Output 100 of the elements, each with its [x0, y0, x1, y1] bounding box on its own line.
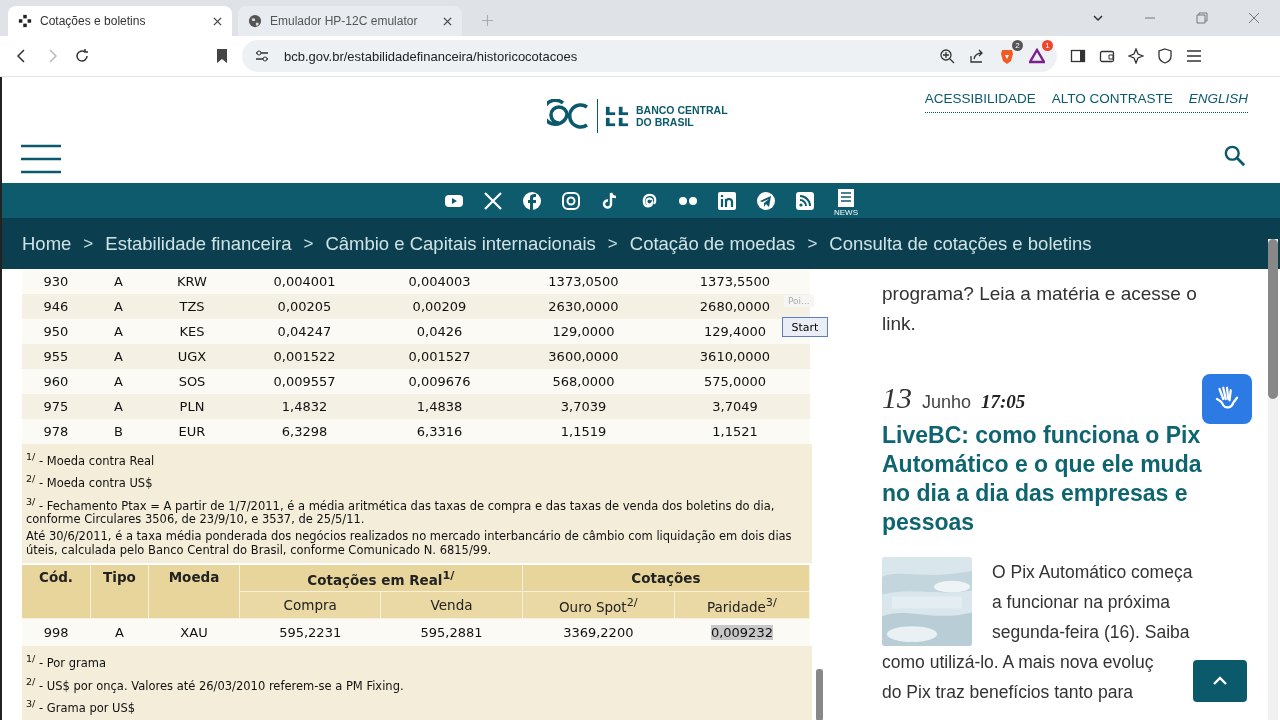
table-cell: 1,1519 — [507, 419, 660, 444]
table-cell: EUR — [147, 419, 237, 444]
table-cell: KRW — [147, 269, 237, 294]
table-cell: 998 — [22, 619, 91, 647]
table-cell: 1,4832 — [237, 394, 372, 419]
reload-icon[interactable] — [74, 48, 90, 64]
table-cell: A — [90, 319, 147, 344]
news-summary: O Pix Automático começa a funcionar na próxima segunda-feira (16). Saiba — [992, 561, 1193, 644]
start-button[interactable]: Start — [782, 317, 828, 337]
footnote: $^{3/}$ - Fechamento Ptax = A partir de 1/7/2011, é a média aritmética das taxas de compra e das taxas de venda dos boletins do dia, conforme Circulares 3506, de 23/9/10, e 3537, de 25/5/11. — [26, 494, 776, 528]
table-cell: 568,0000 — [507, 369, 660, 394]
triangle-icon[interactable] — [1029, 48, 1045, 64]
close-icon[interactable] — [213, 16, 222, 26]
table-cell: 0,00205 — [237, 294, 372, 319]
table-cell: UGX — [147, 344, 237, 369]
breadcrumb-separator: > — [83, 233, 94, 254]
column-header: Cód. — [22, 565, 91, 619]
bookmark-icon[interactable] — [214, 48, 230, 64]
column-header: Tipo — [90, 565, 149, 619]
header-link[interactable]: ENGLISH — [1188, 91, 1248, 106]
table-cell: 3610,0000 — [660, 344, 810, 369]
browser-tab[interactable]: Emulador HP-12C emulator — [238, 6, 462, 36]
breadcrumb-link[interactable]: Consulta de cotações e boletins — [829, 232, 1092, 255]
article-excerpt: programa? Leia a matéria e acesse o link. — [882, 282, 1198, 336]
f-circle-icon[interactable] — [522, 190, 542, 211]
table-cell: B — [90, 419, 147, 444]
column-header: Compra — [239, 592, 381, 619]
logo-icon — [604, 104, 630, 128]
table-cell: SOS — [147, 369, 237, 394]
in-icon[interactable] — [717, 190, 737, 211]
column-header: Venda — [380, 592, 523, 619]
table-cell: 955 — [22, 344, 90, 369]
rss-icon[interactable] — [795, 190, 815, 211]
address-field[interactable]: bcb.gov.br/estabilidadefinanceira/historicocotacoes 2 1 — [242, 40, 1057, 72]
column-header: Ouro Spot$^{2/}$ — [522, 592, 675, 619]
table-cell: A — [90, 269, 147, 294]
news-title-link[interactable]: LiveBC: como funciona o Pix Automático e o que ele muda no dia a dia das empresas e pessoas — [882, 421, 1227, 537]
breadcrumb-link[interactable]: Cotação de moedas — [629, 232, 796, 255]
chevron-down-icon[interactable] — [1092, 12, 1104, 24]
sidebar-icon[interactable] — [1070, 48, 1086, 64]
column-group-header: Cotações em Real$^{1/}$ — [239, 565, 523, 592]
table-cell: 0,004001 — [237, 269, 372, 294]
breadcrumb-separator: > — [303, 233, 314, 254]
table-cell: 1373,0500 — [507, 269, 660, 294]
close-icon[interactable] — [443, 16, 452, 26]
newspaper-icon[interactable] — [836, 188, 856, 208]
header-link[interactable]: ALTO CONTRASTE — [1051, 91, 1173, 106]
table-cell: 2630,0000 — [507, 294, 660, 319]
x-icon[interactable] — [483, 190, 503, 211]
menu-icon[interactable] — [21, 144, 61, 174]
table-cell: 6,3316 — [372, 419, 507, 444]
breadcrumb-link[interactable]: Home — [22, 232, 72, 255]
menu-icon[interactable] — [1186, 48, 1202, 64]
table-cell: 975 — [22, 394, 90, 419]
footnote: $^{2/}$ - Moeda contra US$ — [26, 472, 154, 493]
footnote: $^{1/}$ - Por grama — [26, 652, 108, 673]
table-cell: 595,2881 — [380, 619, 523, 647]
header-link[interactable]: ACESSIBILIDADE — [924, 91, 1036, 106]
table-cell: 3,7039 — [507, 394, 660, 419]
back-to-top-button[interactable] — [1193, 660, 1247, 702]
logo-icon — [18, 14, 32, 28]
table-cell: 3,7049 — [660, 394, 810, 419]
lion-shield-icon[interactable] — [999, 48, 1015, 64]
table-cell: 0,00209 — [372, 294, 507, 319]
table-cell: 0,001527 — [372, 344, 507, 369]
news-summary: como utilizá-lo. A mais nova evoluç do Pix traz benefícios tanto para — [882, 651, 1154, 704]
overlay-hint: Poi... — [784, 295, 814, 307]
table-cell: 6,3298 — [237, 419, 372, 444]
scrollbar[interactable] — [1268, 239, 1278, 720]
table-cell: 3600,0000 — [507, 344, 660, 369]
zoom-in-icon[interactable] — [939, 48, 955, 64]
table-cell: 946 — [22, 294, 90, 319]
share-icon[interactable] — [969, 48, 985, 64]
breadcrumb-link[interactable]: Estabilidade financeira — [105, 232, 292, 255]
breadcrumb-separator: > — [607, 233, 618, 254]
globe-icon — [248, 14, 262, 28]
table-cell: A — [90, 294, 147, 319]
column-header: Moeda — [148, 565, 240, 619]
table-cell: A — [90, 344, 147, 369]
table-cell: 930 — [22, 269, 90, 294]
count-badge: 2 — [1012, 40, 1023, 51]
scrollbar[interactable] — [816, 669, 823, 720]
browser-tab[interactable]: Cotações e boletins — [8, 6, 232, 36]
wallet-icon[interactable] — [1099, 48, 1115, 64]
table-cell: XAU — [148, 619, 240, 647]
search-icon[interactable] — [1224, 145, 1246, 167]
table-cell: A — [90, 369, 147, 394]
table-cell: 0,009676 — [372, 369, 507, 394]
tune-icon[interactable] — [254, 48, 270, 64]
shield-icon[interactable] — [1157, 48, 1173, 64]
table-cell: 960 — [22, 369, 90, 394]
paper-plane-icon[interactable] — [756, 190, 776, 211]
sign-language-button[interactable] — [1202, 374, 1252, 424]
sparkle-icon[interactable] — [1128, 48, 1144, 64]
breadcrumb-link[interactable]: Câmbio e Capitais internacionais — [325, 232, 596, 255]
camera-icon[interactable] — [561, 190, 581, 211]
logo-icon — [547, 99, 598, 133]
table-cell: 1373,5500 — [660, 269, 810, 294]
footnote: $^{2/}$ - US$ por onça. Valores até 26/03/2010 referem-se a PM Fixing. — [26, 674, 405, 695]
table-cell: 1,1521 — [660, 419, 810, 444]
